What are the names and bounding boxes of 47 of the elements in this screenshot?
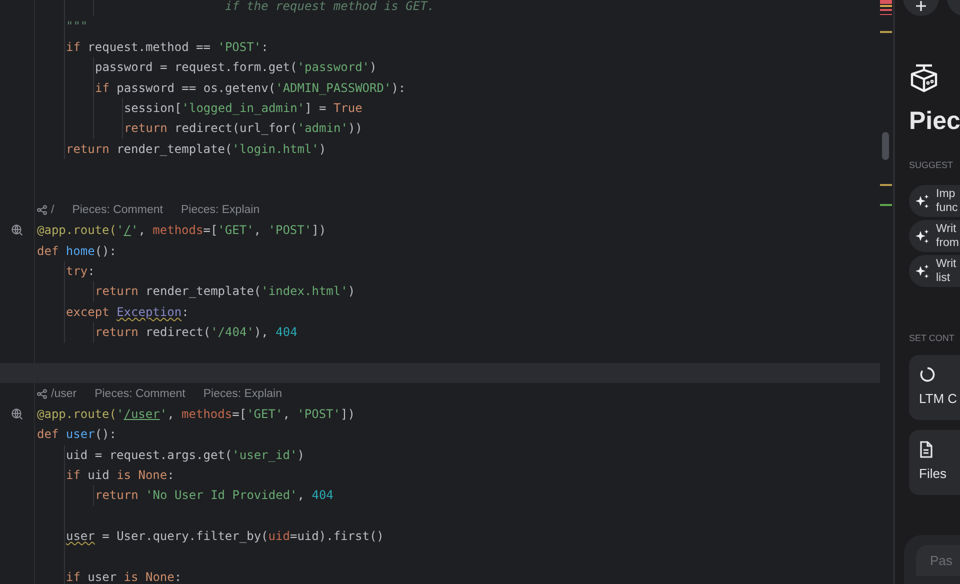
code-line: if request.method == 'POST': xyxy=(66,38,270,56)
circular-arrow-icon xyxy=(919,366,936,383)
sparkle-icon xyxy=(915,264,930,278)
code-line: """ xyxy=(66,18,89,36)
code-line: if password == os.getenv('ADMIN_PASSWORD'): xyxy=(94,80,407,97)
sparkle-icon xyxy=(915,228,930,244)
code-lens-link[interactable]: Pieces: Comment xyxy=(94,388,186,400)
code-line: try: xyxy=(66,263,96,280)
code-line: return render_template('login.html') xyxy=(66,140,328,158)
globe-search-icon[interactable] xyxy=(11,224,23,236)
code-line: session['logged_in_admin'] = True xyxy=(124,100,364,117)
code-line: return render_template('index.html') xyxy=(94,283,356,300)
code-line: @app.route('/', methods=['GET', 'POST']) xyxy=(37,222,328,240)
code-line: @app.route('/user', methods=['GET', 'POST']) xyxy=(37,406,356,423)
route-path: / xyxy=(51,204,54,216)
box-logo-icon xyxy=(909,63,939,93)
code-line: if uid is None: xyxy=(66,466,176,484)
code-line: if user is None: xyxy=(66,568,183,584)
context-card[interactable]: Files xyxy=(909,430,960,495)
section-heading: SUGGEST xyxy=(909,160,954,170)
code-line: def home(): xyxy=(37,242,118,260)
code-line: uid = request.args.get('user_id') xyxy=(66,446,306,464)
code-line: except Exception: xyxy=(66,304,190,321)
globe-search-icon[interactable] xyxy=(11,408,23,420)
route-path: /user xyxy=(51,388,77,400)
code-line: return 'No User Id Provided', 404 xyxy=(94,487,334,504)
sparkle-icon xyxy=(915,194,930,208)
code-line: return redirect('/404'), 404 xyxy=(94,324,298,342)
document-icon xyxy=(919,441,933,458)
code-line: return redirect(url_for('admin')) xyxy=(124,120,364,138)
share-icon xyxy=(37,388,47,399)
code-line: def user(): xyxy=(37,426,118,444)
suggestion-chip[interactable]: Imp func xyxy=(909,185,960,217)
suggestion-chip[interactable]: Writ from xyxy=(909,220,960,252)
plus-icon xyxy=(916,1,926,11)
context-card[interactable]: LTM C xyxy=(909,355,960,420)
code-line: password = request.form.get('password') xyxy=(94,59,378,76)
code-lens-link[interactable]: Pieces: Explain xyxy=(180,204,260,216)
section-heading: SET CONT xyxy=(909,333,956,343)
share-icon xyxy=(37,205,47,216)
code-line: user = User.query.filter_by(uid=uid).first() xyxy=(66,528,385,546)
code-line: if the request method is GET. xyxy=(224,0,436,15)
message-input[interactable]: Pas xyxy=(916,545,960,576)
panel-title: Piec xyxy=(909,107,960,136)
code-lens-link[interactable]: Pieces: Comment xyxy=(72,204,163,216)
suggestion-chip[interactable]: Writ list xyxy=(909,255,960,287)
code-lens-link[interactable]: Pieces: Explain xyxy=(203,388,282,400)
